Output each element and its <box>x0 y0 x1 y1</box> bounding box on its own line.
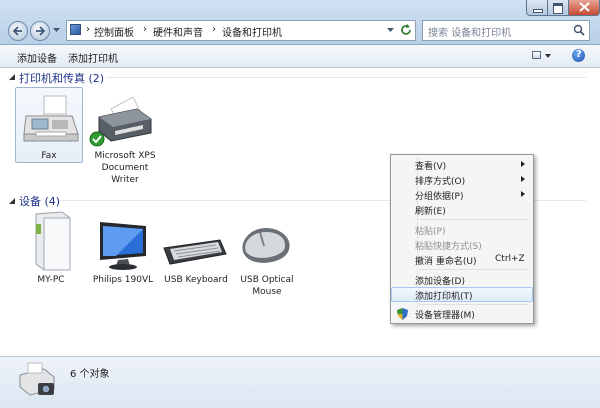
device-label: Fax <box>41 151 57 161</box>
default-printer-check-icon <box>89 131 105 147</box>
back-arrow-icon <box>12 26 22 36</box>
device-philips-monitor[interactable]: Philips 190VL <box>86 208 160 288</box>
close-button[interactable] <box>568 0 600 16</box>
menu-item-paste[interactable]: 粘贴(P) <box>391 222 533 237</box>
menu-item-label: 添加设备(D) <box>415 277 465 287</box>
submenu-arrow-icon <box>521 191 525 197</box>
navigation-bar: › 控制面板 › 硬件和声音 › 设备和打印机 搜索 设备和打印机 <box>0 0 600 45</box>
submenu-arrow-icon <box>521 176 525 182</box>
menu-separator <box>419 304 529 305</box>
menu-item-label: 排序方式(O) <box>415 177 466 187</box>
view-icon <box>532 51 541 59</box>
address-bar[interactable]: › 控制面板 › 硬件和声音 › 设备和打印机 <box>66 20 416 41</box>
menu-item-label: 刷新(E) <box>415 207 446 217</box>
back-button[interactable] <box>8 21 28 41</box>
shield-icon <box>397 308 408 320</box>
menu-item-label: 粘贴(P) <box>415 227 446 237</box>
submenu-arrow-icon <box>521 161 525 167</box>
device-usb-keyboard[interactable]: USB Keyboard <box>160 208 232 288</box>
search-placeholder: 搜索 设备和打印机 <box>428 28 512 39</box>
breadcrumb-separator: › <box>212 24 216 35</box>
computer-tower-icon <box>35 211 71 271</box>
device-label: Microsoft XPS Document Writer <box>94 151 156 185</box>
collapse-group-icon[interactable] <box>9 74 15 80</box>
breadcrumb-separator: › <box>143 24 147 35</box>
help-icon: ? <box>576 49 582 60</box>
device-my-pc[interactable]: MY-PC <box>16 208 86 288</box>
search-icon[interactable] <box>573 24 585 36</box>
fax-icon <box>23 95 79 142</box>
forward-arrow-icon <box>36 26 46 36</box>
breadcrumb-hardware-sound[interactable]: 硬件和声音 <box>153 24 203 39</box>
menu-item-view[interactable]: 查看(V) <box>391 157 533 172</box>
address-dropdown-icon[interactable] <box>387 28 394 33</box>
menu-item-device-manager[interactable]: 设备管理器(M) <box>391 306 533 321</box>
breadcrumb-control-panel[interactable]: 控制面板 <box>94 24 134 39</box>
search-input[interactable]: 搜索 设备和打印机 <box>422 20 590 41</box>
breadcrumb-devices-printers[interactable]: 设备和打印机 <box>222 24 282 39</box>
menu-item-label: 粘贴快捷方式(S) <box>415 242 482 252</box>
menu-item-label: 查看(V) <box>415 162 447 172</box>
device-label: USB Optical Mouse <box>240 275 294 297</box>
add-device-button[interactable]: 添加设备 <box>17 50 57 65</box>
device-xps-writer[interactable]: Microsoft XPS Document Writer <box>88 87 162 187</box>
device-fax[interactable]: Fax <box>15 87 83 163</box>
menu-item-add-printer[interactable]: 添加打印机(T) <box>391 287 533 302</box>
close-icon <box>579 2 590 12</box>
details-pane: 6 个对象 <box>0 356 600 408</box>
control-panel-icon <box>70 24 81 35</box>
device-label: Philips 190VL <box>92 275 154 285</box>
recent-pages-dropdown-icon[interactable] <box>53 28 60 33</box>
menu-separator <box>419 219 529 220</box>
menu-item-sort-by[interactable]: 排序方式(O) <box>391 172 533 187</box>
monitor-icon <box>100 222 146 270</box>
item-count: 6 个对象 <box>70 369 110 380</box>
group-title-printers[interactable]: 打印机和传真 (2) <box>19 70 104 86</box>
menu-item-label: 撤消 重命名(U) <box>415 257 477 267</box>
menu-item-label: 设备管理器(M) <box>415 311 475 321</box>
maximize-icon <box>553 3 563 14</box>
context-menu: 查看(V) 排序方式(O) 分组依据(P) 刷新(E) 粘贴(P) 粘贴快捷方式… <box>390 154 534 324</box>
menu-separator <box>419 269 529 270</box>
menu-item-undo-rename[interactable]: 撤消 重命名(U) Ctrl+Z <box>391 252 533 267</box>
group-title-devices[interactable]: 设备 (4) <box>19 193 60 209</box>
add-printer-button[interactable]: 添加打印机 <box>68 50 118 65</box>
menu-item-paste-shortcut[interactable]: 粘贴快捷方式(S) <box>391 237 533 252</box>
command-toolbar: 添加设备 添加打印机 ? <box>0 45 600 68</box>
refresh-icon[interactable] <box>400 24 412 36</box>
group-divider <box>106 77 586 78</box>
maximize-button[interactable] <box>547 0 569 16</box>
view-dropdown-icon <box>545 54 551 58</box>
menu-item-shortcut: Ctrl+Z <box>495 254 525 264</box>
mouse-icon <box>242 228 290 263</box>
device-label: USB Keyboard <box>164 275 228 285</box>
devices-printers-icon <box>19 362 55 396</box>
menu-item-add-device[interactable]: 添加设备(D) <box>391 272 533 287</box>
minimize-icon <box>533 9 543 13</box>
breadcrumb-separator: › <box>86 24 90 35</box>
help-button[interactable]: ? <box>572 49 585 62</box>
menu-item-label: 添加打印机(T) <box>415 292 473 302</box>
device-label: MY-PC <box>37 275 65 285</box>
minimize-button[interactable] <box>526 0 548 16</box>
menu-item-refresh[interactable]: 刷新(E) <box>391 202 533 217</box>
collapse-group-icon[interactable] <box>9 198 15 204</box>
view-options-button[interactable] <box>532 49 552 62</box>
device-usb-mouse[interactable]: USB Optical Mouse <box>232 208 302 300</box>
menu-item-label: 分组依据(P) <box>415 192 464 202</box>
menu-item-group-by[interactable]: 分组依据(P) <box>391 187 533 202</box>
forward-button[interactable] <box>30 21 50 41</box>
keyboard-icon <box>163 239 227 265</box>
